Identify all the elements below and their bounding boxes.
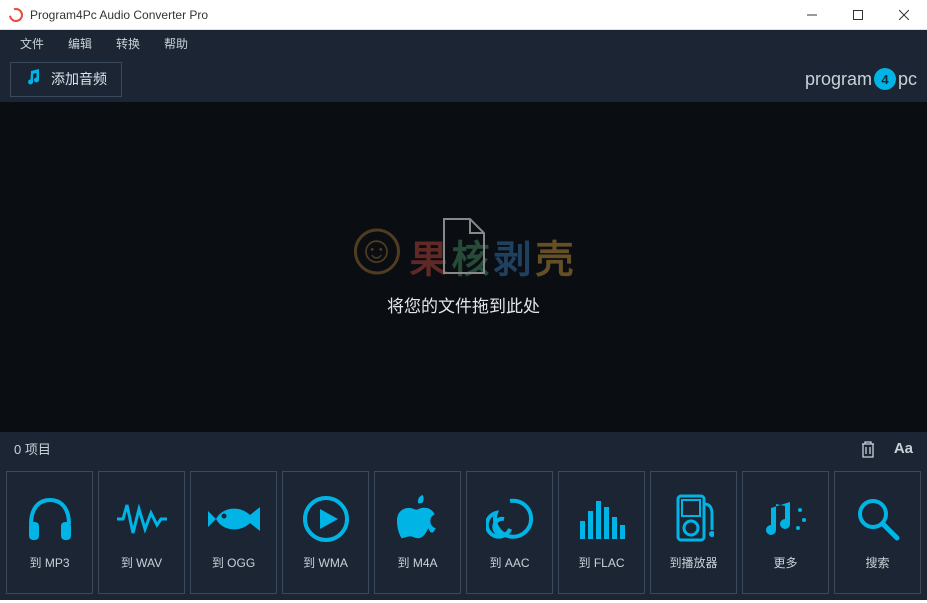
format-label: 搜索 (865, 554, 889, 571)
file-icon (440, 217, 488, 280)
music-note-icon (25, 69, 43, 90)
format-label: 到 AAC (489, 554, 529, 571)
add-audio-label: 添加音频 (51, 69, 107, 89)
menu-file[interactable]: 文件 (8, 31, 56, 56)
format-m4a-button[interactable]: 到 M4A (374, 471, 461, 594)
format-aac-button[interactable]: 到 AAC (466, 471, 553, 594)
format-player-button[interactable]: 到播放器 (650, 471, 737, 594)
font-size-button[interactable]: Aa (894, 440, 913, 458)
spiral-icon (486, 494, 534, 544)
format-label: 到 MP3 (29, 554, 69, 571)
close-button[interactable] (881, 0, 927, 29)
headphones-icon (25, 494, 75, 544)
dropzone[interactable]: ☺ 果 核 剥 壳 将您的文件拖到此处 (0, 102, 927, 431)
format-label: 到 M4A (397, 554, 437, 571)
maximize-button[interactable] (835, 0, 881, 29)
format-mp3-button[interactable]: 到 MP3 (6, 471, 93, 594)
format-label: 到 WAV (121, 554, 162, 571)
brand-logo: program 4 pc (805, 68, 917, 90)
format-bar: 到 MP3 到 WAV 到 OGG 到 WMA 到 M4A 到 AAC 到 (0, 465, 927, 600)
play-circle-icon (302, 494, 350, 544)
status-actions: Aa (860, 440, 913, 458)
menu-convert[interactable]: 转换 (104, 31, 152, 56)
item-count: 0 项目 (14, 439, 51, 458)
delete-button[interactable] (860, 440, 876, 458)
format-flac-button[interactable]: 到 FLAC (558, 471, 645, 594)
format-label: 到 OGG (212, 554, 255, 571)
status-bar: 0 项目 Aa (0, 431, 927, 465)
music-notes-icon (762, 494, 810, 544)
window-controls (789, 0, 927, 29)
magnifier-icon (855, 494, 901, 544)
fish-icon (206, 494, 262, 544)
menu-help[interactable]: 帮助 (152, 31, 200, 56)
equalizer-icon (578, 494, 626, 544)
titlebar: Program4Pc Audio Converter Pro (0, 0, 927, 30)
menu-edit[interactable]: 编辑 (56, 31, 104, 56)
format-label: 到 FLAC (578, 554, 624, 571)
format-ogg-button[interactable]: 到 OGG (190, 471, 277, 594)
format-label: 到播放器 (669, 554, 717, 571)
apple-icon (397, 494, 439, 544)
format-more-button[interactable]: 更多 (742, 471, 829, 594)
watermark-icon: ☺ (353, 228, 399, 274)
add-audio-button[interactable]: 添加音频 (10, 62, 122, 97)
menubar: 文件 编辑 转换 帮助 (0, 30, 927, 56)
format-search-button[interactable]: 搜索 (834, 471, 921, 594)
minimize-button[interactable] (789, 0, 835, 29)
format-wav-button[interactable]: 到 WAV (98, 471, 185, 594)
toolbar: 添加音频 program 4 pc (0, 56, 927, 102)
waveform-icon (115, 494, 169, 544)
dropzone-text: 将您的文件拖到此处 (387, 292, 540, 317)
format-label: 更多 (773, 554, 797, 571)
app-icon (8, 7, 24, 23)
format-wma-button[interactable]: 到 WMA (282, 471, 369, 594)
window-title: Program4Pc Audio Converter Pro (30, 8, 789, 22)
player-device-icon (674, 494, 714, 544)
format-label: 到 WMA (303, 554, 348, 571)
